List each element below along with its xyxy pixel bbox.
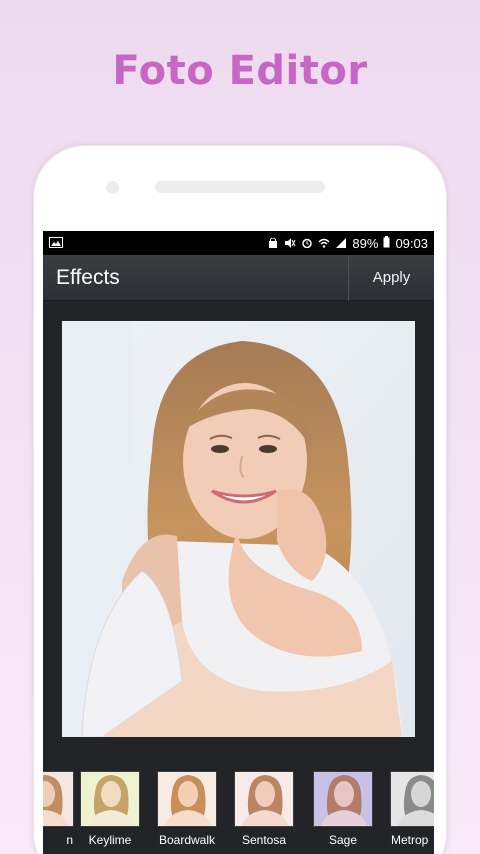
filter-thumbnail: [80, 771, 140, 827]
alarm-lock-icon: [267, 236, 279, 251]
filter-label: n: [66, 833, 73, 847]
photo-canvas: [43, 302, 434, 758]
gallery-notification-icon: [49, 236, 63, 251]
filter-item-sentosa[interactable]: Sentosa: [233, 771, 295, 847]
mute-icon: [284, 236, 296, 251]
filter-label: Metrop: [391, 833, 429, 847]
battery-percent: 89%: [352, 235, 379, 251]
clock: 09:03: [395, 235, 428, 251]
phone-speaker: [155, 181, 325, 193]
app-bar: Effects Apply: [43, 254, 434, 301]
filter-thumbnail: [43, 771, 74, 827]
filter-item-metropolis[interactable]: Metrop: [389, 771, 434, 847]
filter-strip: n Keylime Boardwalk Sentosa Sage Metrop: [43, 761, 434, 854]
screen-title: Effects: [56, 265, 120, 289]
apply-button[interactable]: Apply: [348, 254, 434, 301]
filter-label: Keylime: [88, 833, 132, 847]
phone-screen: 89% 09:03 Effects Apply n Keylime Boardw…: [43, 231, 434, 854]
filter-thumbnail: [234, 771, 294, 827]
signal-icon: [335, 236, 347, 251]
filter-item-sage[interactable]: Sage: [312, 771, 374, 847]
filter-thumbnail: [390, 771, 434, 827]
filter-label: Boardwalk: [158, 833, 216, 847]
filter-item[interactable]: n: [43, 771, 75, 847]
battery-icon: [383, 235, 390, 251]
status-bar: 89% 09:03: [43, 231, 434, 255]
filter-label: Sentosa: [241, 833, 287, 847]
filter-item-boardwalk[interactable]: Boardwalk: [156, 771, 218, 847]
promo-title: Foto Editor: [112, 48, 368, 94]
filter-thumbnail: [313, 771, 373, 827]
edited-photo[interactable]: [62, 321, 415, 737]
wifi-icon: [318, 236, 330, 251]
filter-item-keylime[interactable]: Keylime: [79, 771, 141, 847]
alarm-clock-icon: [301, 236, 313, 251]
phone-camera: [106, 181, 119, 194]
filter-label: Sage: [328, 833, 358, 847]
filter-thumbnail: [157, 771, 217, 827]
